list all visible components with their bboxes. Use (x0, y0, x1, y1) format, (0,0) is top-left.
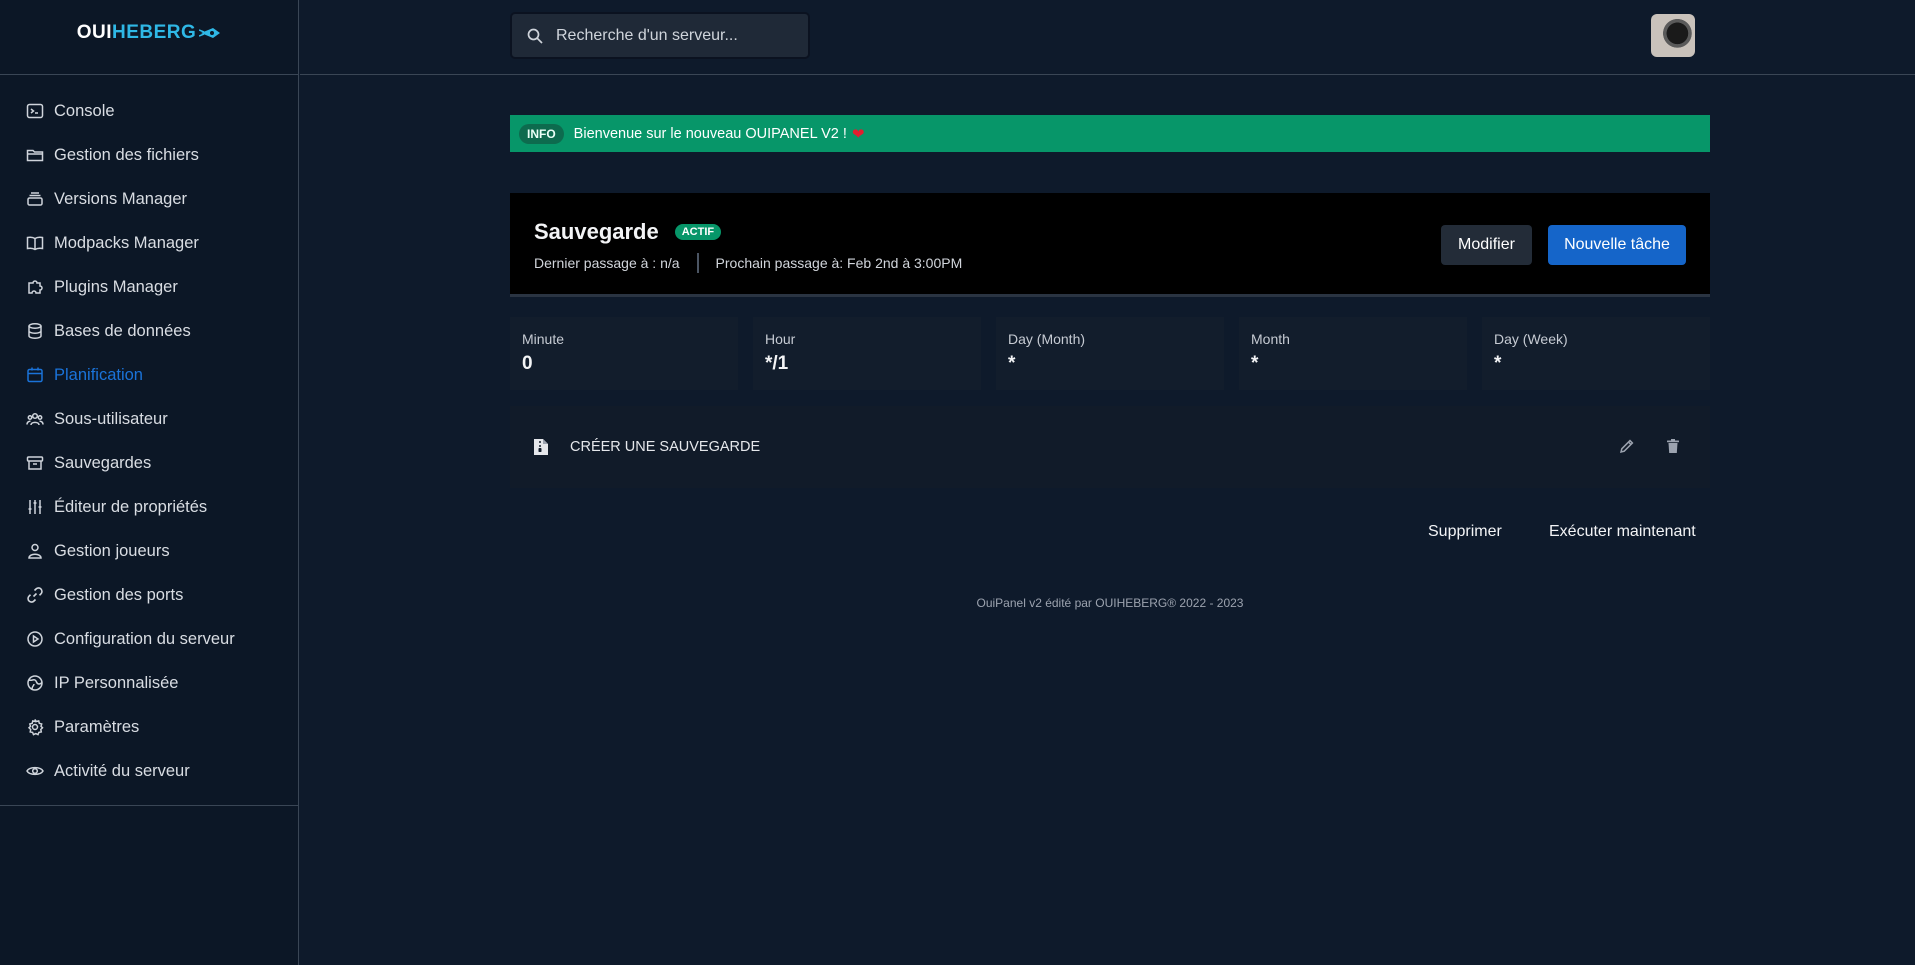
sidebar-item-config[interactable]: Configuration du serveur (0, 617, 298, 661)
cron-value: */1 (765, 353, 789, 374)
new-task-button[interactable]: Nouvelle tâche (1548, 225, 1686, 265)
cron-minute: Minute 0 (510, 317, 738, 390)
meta-divider (696, 253, 699, 273)
user-icon (28, 543, 42, 559)
eye-icon (26, 766, 44, 776)
sidebar-item-subusers[interactable]: Sous-utilisateur (0, 397, 298, 441)
next-run-text: Prochain passage à: Feb 2nd à 3:00PM (715, 255, 963, 271)
cron-day-month: Day (Month) * (996, 317, 1224, 390)
brand-text-heberg: HEBERG (111, 22, 197, 43)
heart-icon: ❤ (851, 125, 865, 143)
task-list-item: CRÉER UNE SAUVEGARDE (510, 406, 1710, 488)
sidebar-item-label: Sauvegardes (54, 453, 152, 472)
schedule-meta: Dernier passage à : n/a Prochain passage… (534, 253, 962, 273)
brand-text-oui: OUI (76, 22, 112, 43)
sidebar-item-label: Activité du serveur (54, 761, 190, 780)
pencil-icon[interactable] (1619, 438, 1635, 454)
sidebar-item-label: Configuration du serveur (54, 629, 235, 648)
search-input[interactable] (556, 26, 776, 45)
cron-label: Day (Week) (1494, 331, 1568, 347)
search-box[interactable] (510, 12, 810, 59)
schedule-actions: Supprimer Exécuter maintenant (510, 523, 1710, 547)
sidebar-item-label: Gestion des ports (54, 585, 184, 604)
sidebar-item-files[interactable]: Gestion des fichiers (0, 133, 298, 177)
sidebar-item-label: Plugins Manager (54, 277, 178, 296)
link-icon (27, 587, 43, 603)
brand-logo[interactable]: OUI HEBERG (0, 0, 298, 75)
layers-icon (27, 192, 43, 206)
sidebar-item-label: Modpacks Manager (54, 233, 199, 252)
cron-value: * (1008, 353, 1016, 374)
sidebar-item-settings[interactable]: Paramètres (0, 705, 298, 749)
cron-label: Minute (522, 331, 565, 347)
cron-month: Month * (1239, 317, 1467, 390)
file-archive-icon (534, 439, 548, 455)
book-icon (26, 236, 44, 251)
info-banner: INFO Bienvenue sur le nouveau OUIPANEL V… (510, 115, 1710, 152)
schedule-title: Sauvegarde (534, 219, 659, 244)
sidebar-item-label: IP Personnalisée (54, 673, 179, 692)
sidebar: OUI HEBERG Console Gestion des fichiers V… (0, 0, 299, 965)
top-bar (300, 0, 1915, 75)
database-icon (28, 323, 42, 339)
users-icon (26, 412, 44, 426)
avatar[interactable] (1651, 14, 1695, 57)
sidebar-item-label: Versions Manager (54, 189, 187, 208)
modify-button[interactable]: Modifier (1441, 225, 1532, 265)
sidebar-item-versions[interactable]: Versions Manager (0, 177, 298, 221)
sidebar-item-custom-ip[interactable]: IP Personnalisée (0, 661, 298, 705)
schedule-header: Sauvegarde ACTIF Dernier passage à : n/a… (510, 193, 1710, 297)
info-message: Bienvenue sur le nouveau OUIPANEL V2 ! (573, 125, 847, 142)
sidebar-item-properties[interactable]: Éditeur de propriétés (0, 485, 298, 529)
cron-label: Month (1251, 331, 1290, 347)
run-now-button[interactable]: Exécuter maintenant (1549, 523, 1696, 541)
sidebar-item-label: Gestion des fichiers (54, 145, 199, 164)
last-run-text: Dernier passage à : n/a (534, 255, 680, 271)
cron-row: Minute 0 Hour */1 Day (Month) * Month * … (510, 317, 1710, 390)
sidebar-item-modpacks[interactable]: Modpacks Manager (0, 221, 298, 265)
sidebar-item-console[interactable]: Console (0, 89, 298, 133)
sidebar-item-databases[interactable]: Bases de données (0, 309, 298, 353)
search-icon (527, 28, 543, 44)
sidebar-item-plugins[interactable]: Plugins Manager (0, 265, 298, 309)
sidebar-item-activity[interactable]: Activité du serveur (0, 749, 298, 793)
archive-icon (26, 456, 44, 470)
cron-label: Day (Month) (1008, 331, 1086, 347)
status-badge: ACTIF (674, 224, 722, 240)
puzzle-icon (28, 280, 43, 294)
calendar-icon (27, 367, 43, 383)
terminal-icon (26, 103, 44, 119)
trash-icon[interactable] (1665, 438, 1681, 454)
schedule-title-row: Sauvegarde ACTIF (534, 219, 722, 245)
sidebar-item-label: Gestion joueurs (54, 541, 170, 560)
cron-value: * (1494, 353, 1502, 374)
cron-day-week: Day (Week) * (1482, 317, 1710, 390)
play-circle-icon (27, 631, 43, 647)
gear-icon (27, 719, 44, 736)
sidebar-item-label: Éditeur de propriétés (54, 497, 208, 516)
sidebar-item-label: Planification (54, 365, 143, 384)
footer-text: OuiPanel v2 édité par OUIHEBERG® 2022 - … (976, 596, 1244, 610)
sliders-icon (28, 500, 42, 514)
cron-value: * (1251, 353, 1259, 374)
sidebar-item-ports[interactable]: Gestion des ports (0, 573, 298, 617)
cron-value: 0 (522, 353, 533, 374)
sidebar-item-label: Paramètres (54, 717, 140, 736)
sidebar-item-players[interactable]: Gestion joueurs (0, 529, 298, 573)
rocket-icon (199, 28, 221, 38)
sidebar-item-backups[interactable]: Sauvegardes (0, 441, 298, 485)
delete-button[interactable]: Supprimer (1428, 523, 1502, 541)
sidebar-item-label: Console (54, 101, 115, 120)
globe-icon (27, 675, 43, 691)
sidebar-item-label: Bases de données (54, 321, 191, 340)
sidebar-nav: Console Gestion des fichiers Versions Ma… (0, 75, 298, 806)
cron-label: Hour (765, 331, 796, 347)
sidebar-item-planification[interactable]: Planification (0, 353, 298, 397)
info-badge: INFO (519, 123, 564, 144)
folder-icon (26, 149, 44, 162)
task-name: CRÉER UNE SAUVEGARDE (570, 439, 761, 455)
cron-hour: Hour */1 (753, 317, 981, 390)
sidebar-item-label: Sous-utilisateur (54, 409, 168, 428)
